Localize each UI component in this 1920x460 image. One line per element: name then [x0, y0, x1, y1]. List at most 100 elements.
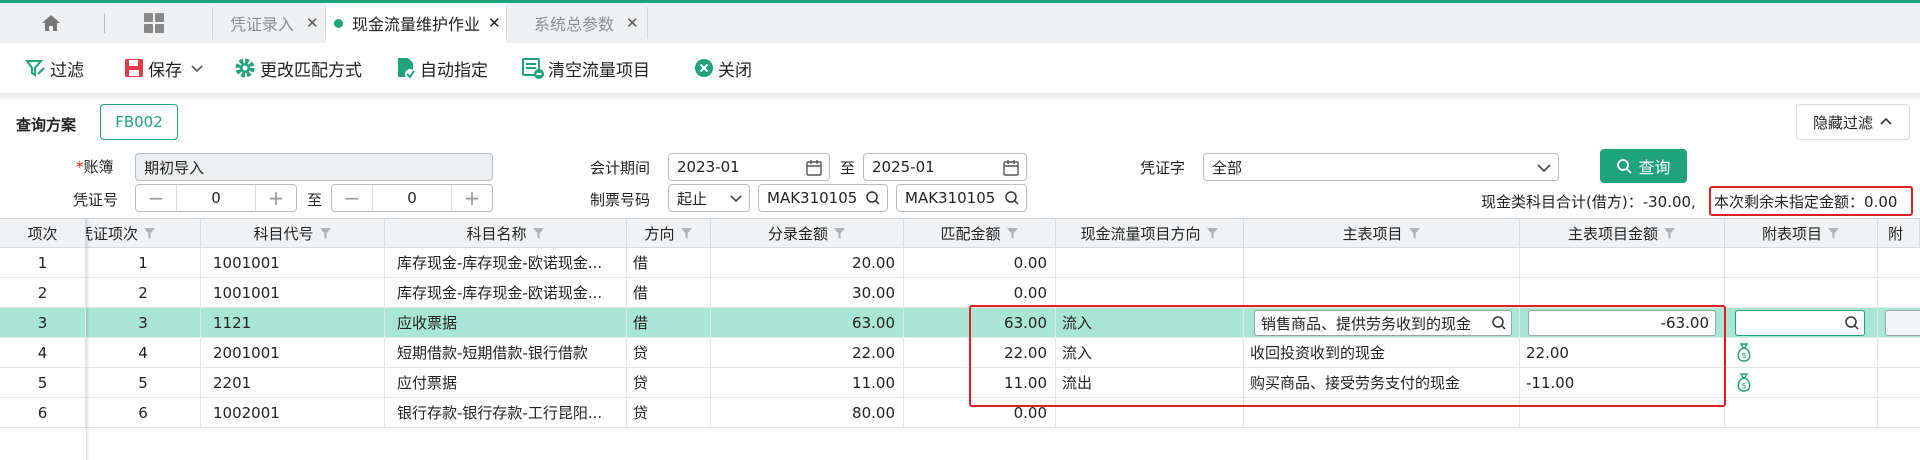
voucher-no-from-value[interactable]: 0 — [176, 185, 256, 211]
money-bag-icon[interactable]: $ — [1735, 342, 1753, 363]
cell-col-account-code[interactable]: 1002001 — [201, 398, 385, 427]
cell-col-entry-amount[interactable]: 80.00 — [711, 398, 904, 427]
cell-col-voucher-seq[interactable]: 3 — [86, 308, 201, 337]
cell-col-account-code[interactable]: 1121 — [201, 308, 385, 337]
close-icon[interactable]: ✕ — [488, 14, 501, 32]
search-icon[interactable] — [1004, 190, 1020, 206]
cell-col-account-name[interactable]: 短期借款-短期借款-银行借款 — [385, 338, 627, 367]
cell-col-direction[interactable]: 借 — [627, 248, 711, 277]
money-bag-icon[interactable]: $ — [1735, 372, 1753, 393]
column-header-col-main-amount[interactable]: 主表项目金额 — [1520, 219, 1725, 248]
cell-col-index[interactable]: 1 — [0, 248, 86, 277]
filter-funnel-icon[interactable] — [1001, 227, 1019, 240]
increment-button[interactable]: + — [452, 185, 492, 211]
cell-col-match-amount[interactable]: 0.00 — [904, 278, 1056, 307]
cell-col-main-amount[interactable] — [1520, 248, 1725, 277]
search-icon[interactable] — [865, 190, 881, 206]
cell-col-account-code[interactable]: 1001001 — [201, 278, 385, 307]
cell-col-entry-amount[interactable]: 11.00 — [711, 368, 904, 397]
sub-item-lookup-input[interactable] — [1735, 310, 1865, 336]
column-header-col-voucher-seq[interactable]: 凭证项次 — [86, 219, 201, 248]
cell-col-main-item[interactable] — [1244, 278, 1520, 307]
close-icon[interactable]: ✕ — [306, 14, 319, 32]
column-header-col-sub-item[interactable]: 附表项目 — [1725, 219, 1878, 248]
increment-button[interactable]: + — [256, 185, 296, 211]
tab-system-params[interactable]: 系统总参数 ✕ — [507, 3, 647, 43]
filter-funnel-icon[interactable] — [828, 227, 846, 240]
query-scheme-chip[interactable]: FB002 — [100, 104, 178, 140]
cell-col-index[interactable]: 3 — [0, 308, 86, 337]
cell-col-entry-amount[interactable]: 30.00 — [711, 278, 904, 307]
book-field[interactable]: 期初导入 — [135, 153, 493, 181]
voucher-no-from-stepper[interactable]: − 0 + — [135, 184, 297, 212]
cell-col-index[interactable]: 6 — [0, 398, 86, 427]
filter-funnel-icon[interactable] — [1403, 227, 1421, 240]
filter-funnel-icon[interactable] — [527, 227, 545, 240]
column-header-col-entry-amount[interactable]: 分录金额 — [711, 219, 904, 248]
cell-col-voucher-seq[interactable]: 6 — [86, 398, 201, 427]
column-header-col-index[interactable]: 项次 — [0, 219, 86, 248]
cell-col-direction[interactable]: 借 — [627, 278, 711, 307]
cell-col-index[interactable]: 5 — [0, 368, 86, 397]
cell-col-entry-amount[interactable]: 20.00 — [711, 248, 904, 277]
auto-assign-button[interactable]: 自动指定 — [396, 55, 488, 81]
cell-col-account-name[interactable]: 库存现金-库存现金-欧诺现金... — [385, 248, 627, 277]
cell-col-sub-item[interactable] — [1725, 248, 1878, 277]
search-icon[interactable] — [1844, 315, 1860, 331]
period-to-field[interactable]: 2025-01 — [863, 153, 1027, 181]
column-header-col-account-code[interactable]: 科目代号 — [201, 219, 385, 248]
hide-filter-button[interactable]: 隐藏过滤 — [1796, 104, 1910, 140]
cell-col-index[interactable]: 4 — [0, 338, 86, 367]
table-row[interactable]: 1 1 1001001 库存现金-库存现金-欧诺现金... 借 20.00 0.00 — [0, 248, 1920, 278]
cell-col-flow-direction[interactable] — [1056, 248, 1244, 277]
cell-col-account-name[interactable]: 银行存款-银行存款-工行昆阳... — [385, 398, 627, 427]
cell-col-direction[interactable]: 贷 — [627, 398, 711, 427]
cell-col-main-item[interactable] — [1244, 248, 1520, 277]
cell-col-account-name[interactable]: 应付票据 — [385, 368, 627, 397]
cell-col-main-amount[interactable] — [1520, 278, 1725, 307]
calendar-icon[interactable] — [1002, 159, 1020, 177]
filter-button[interactable]: 过滤 — [24, 55, 84, 81]
voucher-word-select[interactable]: 全部 — [1203, 153, 1559, 181]
close-icon[interactable]: ✕ — [626, 14, 639, 32]
cell-col-account-code[interactable]: 2201 — [201, 368, 385, 397]
column-header-col-flow-direction[interactable]: 现金流量项目方向 — [1056, 219, 1244, 248]
filter-funnel-icon[interactable] — [314, 227, 332, 240]
cell-col-account-code[interactable]: 1001001 — [201, 248, 385, 277]
cell-col-direction[interactable]: 贷 — [627, 338, 711, 367]
cell-col-sub-item[interactable] — [1725, 308, 1878, 337]
tab-voucher-entry[interactable]: 凭证录入 ✕ — [213, 3, 325, 43]
save-button[interactable]: 保存 — [124, 55, 208, 81]
period-from-field[interactable]: 2023-01 — [668, 153, 830, 181]
calendar-icon[interactable] — [805, 159, 823, 177]
ticket-to-field[interactable]: MAK310105 — [896, 184, 1027, 212]
column-header-col-sub-extra[interactable]: 附 — [1878, 219, 1920, 248]
ticket-mode-select[interactable]: 起止 — [668, 184, 750, 212]
voucher-no-to-stepper[interactable]: − 0 + — [331, 184, 493, 212]
column-header-col-main-item[interactable]: 主表项目 — [1244, 219, 1520, 248]
cell-col-entry-amount[interactable]: 22.00 — [711, 338, 904, 367]
tab-cashflow-maintenance[interactable]: 现金流量维护作业 ✕ — [326, 3, 506, 43]
cell-col-voucher-seq[interactable]: 5 — [86, 368, 201, 397]
app-grid-icon[interactable] — [143, 12, 165, 34]
voucher-no-to-value[interactable]: 0 — [372, 185, 452, 211]
filter-funnel-icon[interactable] — [1658, 227, 1676, 240]
cell-col-sub-item[interactable] — [1725, 278, 1878, 307]
column-header-col-direction[interactable]: 方向 — [627, 219, 711, 248]
filter-funnel-icon[interactable] — [138, 227, 156, 240]
cell-col-index[interactable]: 2 — [0, 278, 86, 307]
sub-extra-input[interactable] — [1885, 310, 1920, 336]
table-row[interactable]: 2 2 1001001 库存现金-库存现金-欧诺现金... 借 30.00 0.00 — [0, 278, 1920, 308]
cell-col-match-amount[interactable]: 0.00 — [904, 248, 1056, 277]
cell-col-flow-direction[interactable] — [1056, 278, 1244, 307]
ticket-from-field[interactable]: MAK310105 — [758, 184, 888, 212]
column-header-col-match-amount[interactable]: 匹配金额 — [904, 219, 1056, 248]
home-icon[interactable] — [40, 12, 62, 34]
cell-col-account-name[interactable]: 库存现金-库存现金-欧诺现金... — [385, 278, 627, 307]
query-button[interactable]: 查询 — [1600, 149, 1687, 183]
cell-col-sub-item[interactable] — [1725, 398, 1878, 427]
cell-col-voucher-seq[interactable]: 1 — [86, 248, 201, 277]
filter-funnel-icon[interactable] — [1822, 227, 1840, 240]
clear-flow-items-button[interactable]: 清空流量项目 — [522, 55, 650, 81]
cell-col-direction[interactable]: 贷 — [627, 368, 711, 397]
